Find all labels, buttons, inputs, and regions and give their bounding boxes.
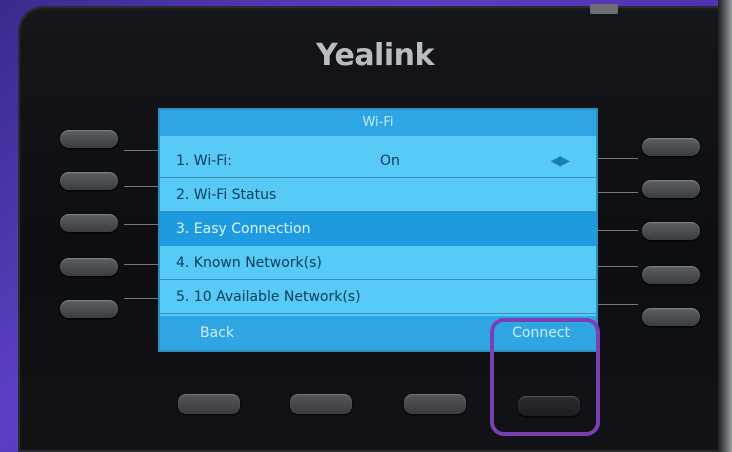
line-key-left-2[interactable] xyxy=(60,172,118,190)
line-key-right-4[interactable] xyxy=(642,266,700,284)
line-key-left-4[interactable] xyxy=(60,258,118,276)
line-key-connector xyxy=(124,298,158,299)
menu-item-easy-connection[interactable]: 3. Easy Connection xyxy=(160,212,596,246)
lcd-screen: Wi-Fi 1. Wi-Fi: On ◀▶ 2. Wi-Fi Status 3.… xyxy=(158,108,598,352)
line-key-connector xyxy=(598,230,638,231)
line-key-connector xyxy=(124,150,158,151)
softkey-back-label[interactable]: Back xyxy=(200,316,234,350)
menu-item-wifi[interactable]: 1. Wi-Fi: On ◀▶ xyxy=(160,144,596,178)
wifi-state-value: On xyxy=(380,153,400,169)
line-key-connector xyxy=(124,224,158,225)
line-key-left-5[interactable] xyxy=(60,300,118,318)
line-key-left-1[interactable] xyxy=(60,130,118,148)
phone-bezel-edge xyxy=(718,0,732,452)
menu-item-wifi-status[interactable]: 2. Wi-Fi Status xyxy=(160,178,596,212)
phone-top-notch xyxy=(590,4,618,14)
screen-title: Wi-Fi xyxy=(160,110,596,136)
brand-logo: Yealink xyxy=(316,38,434,73)
line-key-right-1[interactable] xyxy=(642,138,700,156)
menu-item-available-networks[interactable]: 5. 10 Available Network(s) xyxy=(160,280,596,314)
line-key-connector xyxy=(124,186,158,187)
soft-key-2[interactable] xyxy=(290,394,352,414)
menu-item-label: 1. Wi-Fi: xyxy=(176,153,232,169)
line-key-right-2[interactable] xyxy=(642,180,700,198)
line-key-left-3[interactable] xyxy=(60,214,118,232)
line-key-right-5[interactable] xyxy=(642,308,700,326)
menu-item-label: 4. Known Network(s) xyxy=(176,255,322,271)
soft-key-1[interactable] xyxy=(178,394,240,414)
menu-item-label: 3. Easy Connection xyxy=(176,221,311,237)
line-key-connector xyxy=(598,304,638,305)
line-key-connector xyxy=(598,266,638,267)
menu-item-label: 2. Wi-Fi Status xyxy=(176,187,277,203)
connect-highlight-box xyxy=(490,318,600,436)
line-key-connector xyxy=(598,158,638,159)
line-key-connector xyxy=(124,264,158,265)
menu-item-label: 5. 10 Available Network(s) xyxy=(176,289,361,305)
line-key-right-3[interactable] xyxy=(642,222,700,240)
line-key-connector xyxy=(598,192,638,193)
menu-item-known-networks[interactable]: 4. Known Network(s) xyxy=(160,246,596,280)
soft-key-3[interactable] xyxy=(404,394,466,414)
left-right-arrows-icon[interactable]: ◀▶ xyxy=(550,144,569,178)
